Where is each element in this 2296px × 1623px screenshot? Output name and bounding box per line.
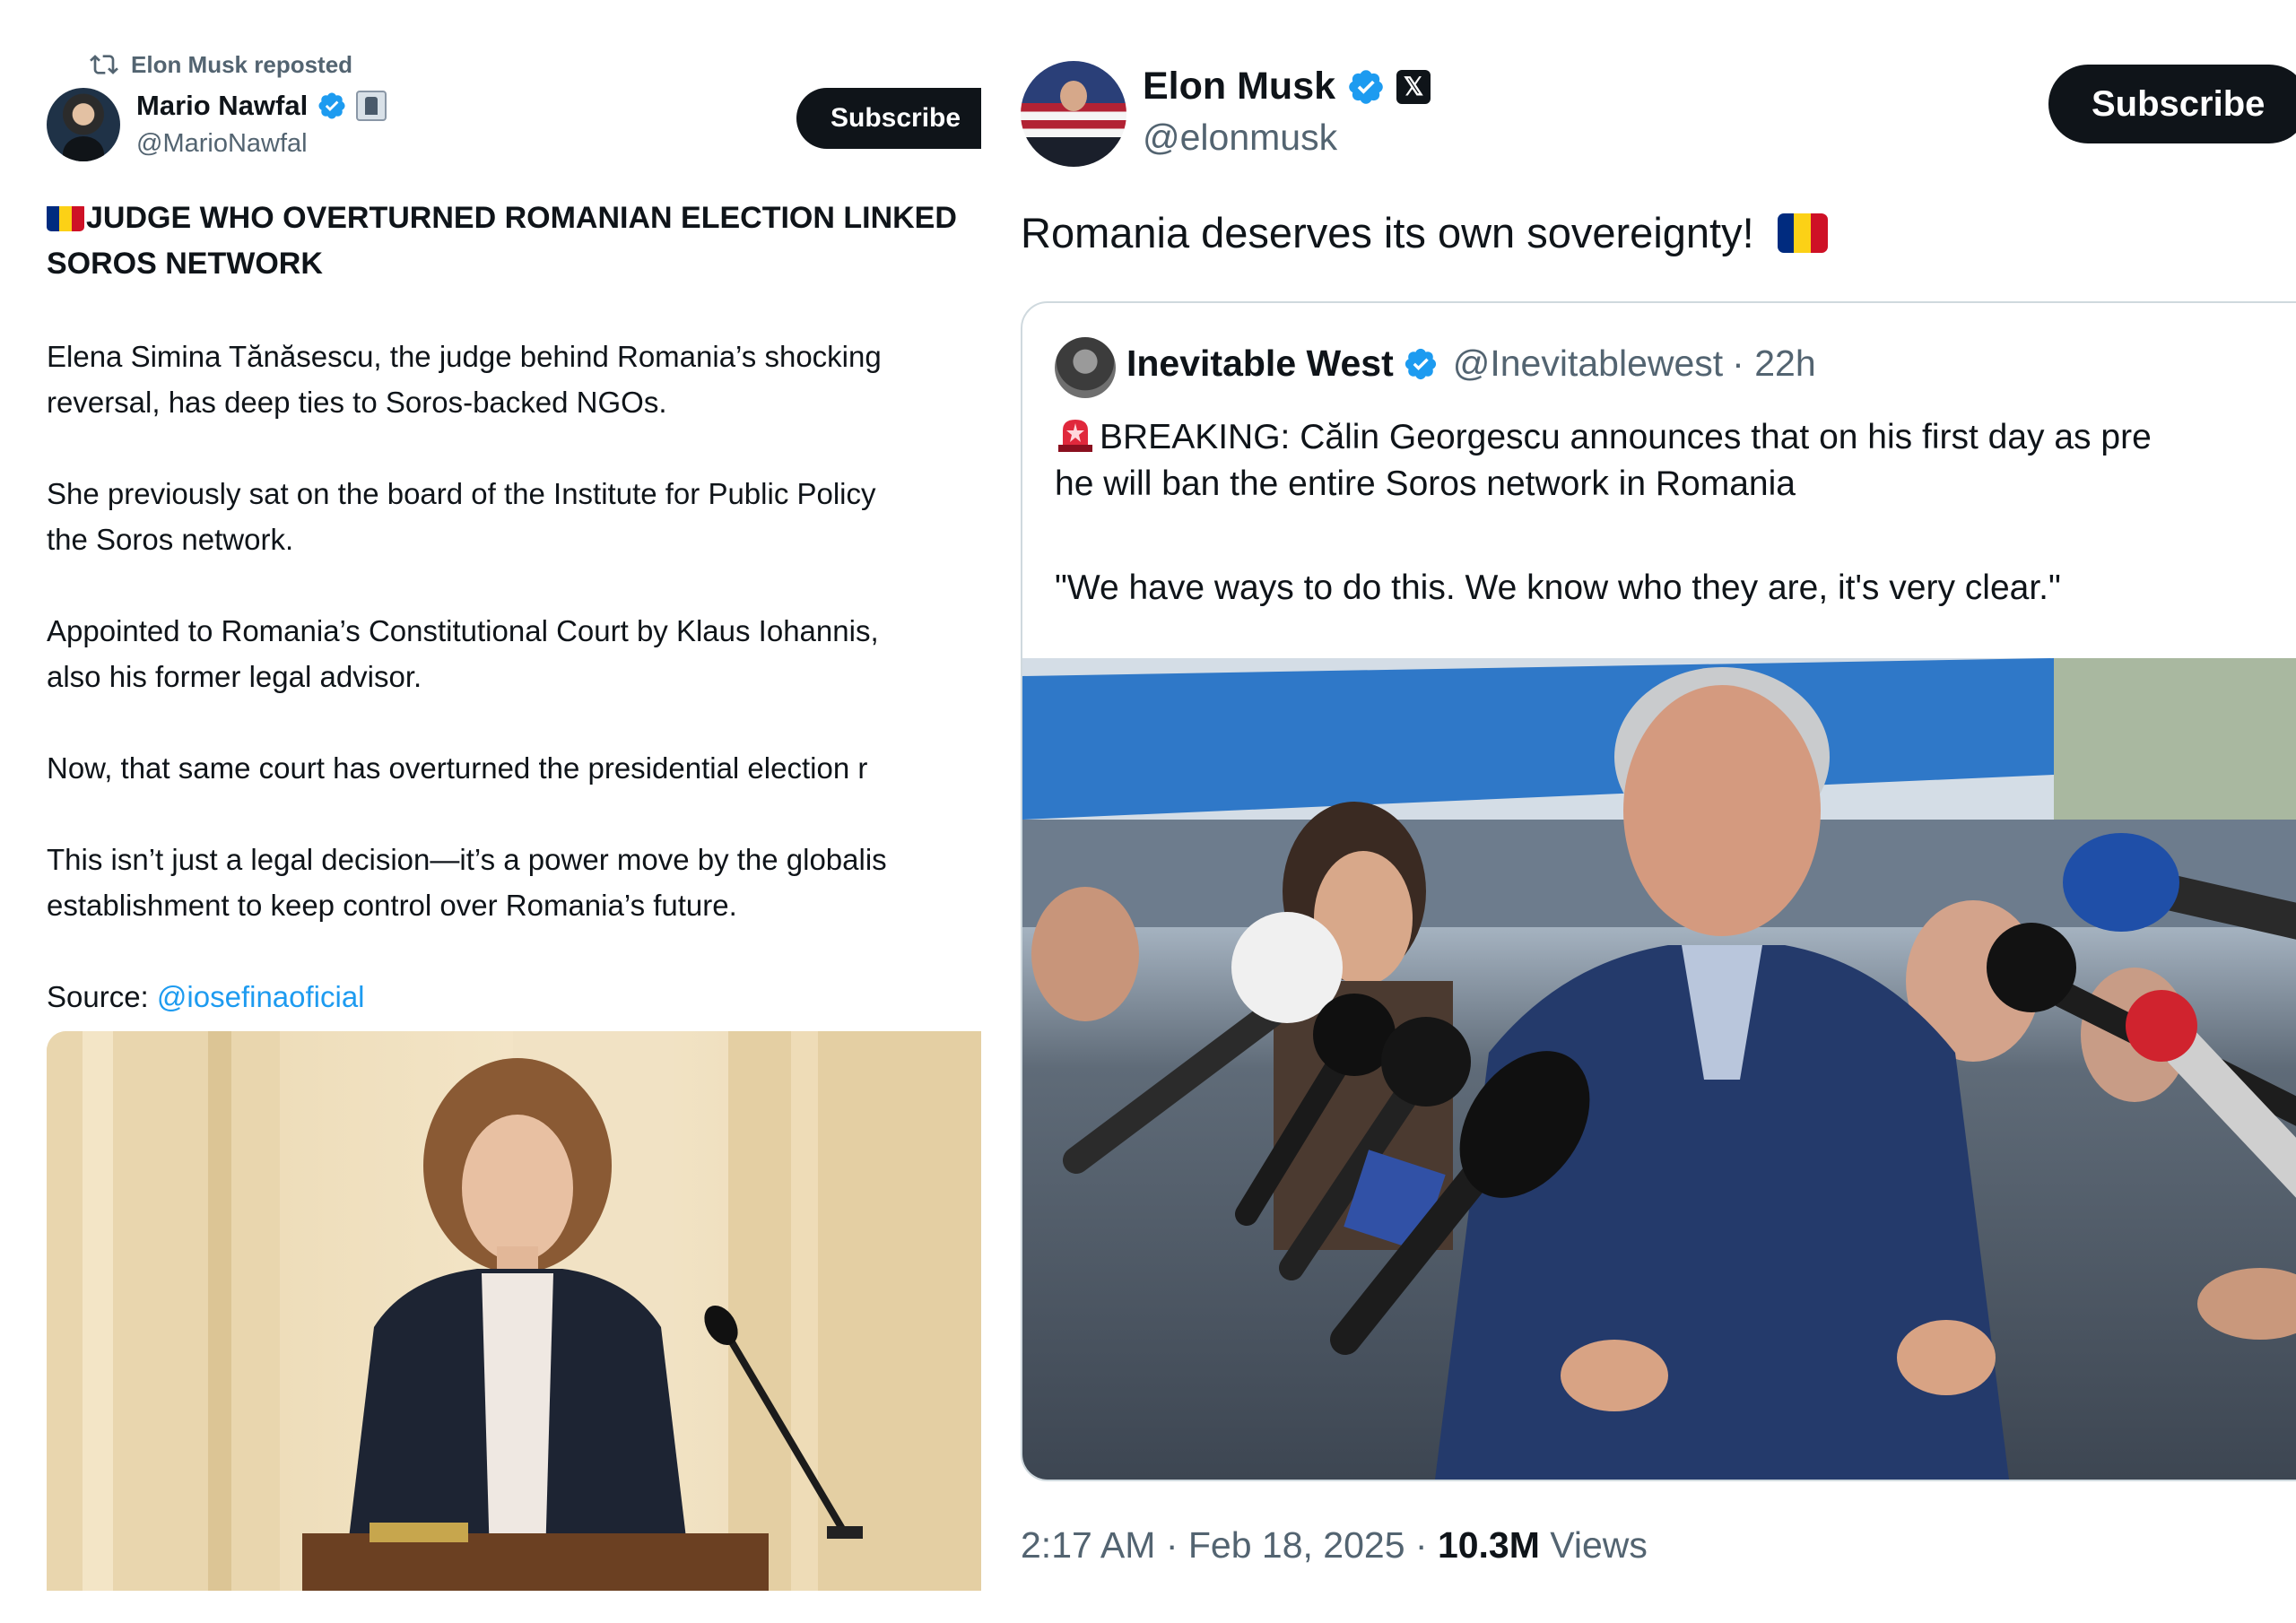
repost-indicator: Elon Musk reposted — [90, 50, 352, 79]
quoted-image[interactable] — [1022, 658, 2296, 1480]
avatar[interactable] — [47, 88, 120, 161]
quoted-line-3: "We have ways to do this. We know who th… — [1055, 568, 2061, 607]
repost-icon — [90, 55, 118, 74]
right-screenshot: Elon Musk 𝕏 @elonmusk Subscribe Romania … — [1021, 0, 2296, 1623]
post-headline: JUDGE WHO OVERTURNED ROMANIAN ELECTION L… — [47, 195, 981, 287]
verified-badge-icon — [318, 92, 345, 119]
post-paragraph-line: also his former legal advisor. — [47, 660, 422, 693]
author-name-row[interactable]: Elon Musk 𝕏 — [1143, 65, 1431, 108]
avatar[interactable] — [1021, 61, 1126, 167]
post-paragraph-line: reversal, has deep ties to Soros-backed … — [47, 386, 667, 419]
post-image[interactable] — [47, 1031, 981, 1591]
headline-line-1: JUDGE WHO OVERTURNED ROMANIAN ELECTION L… — [86, 201, 957, 235]
post-paragraph-line: Now, that same court has overturned the … — [47, 751, 868, 785]
post-paragraph-line: She previously sat on the board of the I… — [47, 477, 876, 510]
post-paragraph-line: Appointed to Romania’s Constitutional Co… — [47, 614, 879, 647]
repost-label: Elon Musk reposted — [131, 50, 353, 78]
left-screenshot: Elon Musk reposted Mario Nawfal @MarioNa… — [0, 0, 981, 1623]
quoted-avatar[interactable] — [1055, 337, 1116, 398]
post-paragraph-line: This isn’t just a legal decision—it’s a … — [47, 843, 887, 876]
post-paragraph-line: the Soros network. — [47, 523, 294, 556]
verified-badge-icon — [1405, 348, 1436, 379]
romania-flag-icon — [1777, 213, 1828, 253]
source-link[interactable]: @iosefinaoficial — [157, 980, 365, 1013]
subscribe-button[interactable]: Subscribe — [796, 88, 981, 149]
quoted-time[interactable]: · 22h — [1732, 343, 1815, 385]
source-line: Source: @iosefinaoficial — [47, 974, 365, 1020]
quoted-line-1: BREAKING: Călin Georgescu announces that… — [1100, 418, 2152, 456]
post-text: Romania deserves its own sovereignty! — [1021, 208, 1828, 257]
views-label: Views — [1539, 1524, 1648, 1566]
author-name-row[interactable]: Mario Nawfal — [136, 90, 387, 122]
quoted-line-2: he will ban the entire Soros network in … — [1055, 464, 1796, 503]
views-count: 10.3M — [1437, 1524, 1540, 1566]
judge-photo — [47, 1031, 981, 1591]
headline-line-2: SOROS NETWORK — [47, 247, 323, 281]
affiliate-badge-icon[interactable] — [356, 91, 387, 121]
subscribe-button[interactable]: Subscribe — [2048, 65, 2296, 143]
author-name[interactable]: Elon Musk — [1143, 65, 1335, 108]
quoted-author-handle[interactable]: @Inevitablewest — [1453, 343, 1723, 385]
post-timestamp: 2:17 AM · Feb 18, 2025 · 10.3M Views — [1021, 1524, 1648, 1567]
author-handle[interactable]: @elonmusk — [1143, 117, 1337, 159]
source-label: Source: — [47, 980, 157, 1013]
author-name[interactable]: Mario Nawfal — [136, 90, 308, 122]
press-conference-photo — [1022, 658, 2296, 1480]
author-handle[interactable]: @MarioNawfal — [136, 129, 308, 159]
quoted-author-name[interactable]: Inevitable West — [1126, 343, 1394, 385]
x-logo-icon[interactable]: 𝕏 — [1396, 69, 1431, 104]
romania-flag-icon — [47, 203, 84, 231]
post-paragraph-line: Elena Simina Tănăsescu, the judge behind… — [47, 340, 882, 373]
quoted-text-line: BREAKING: Călin Georgescu announces that… — [1055, 414, 2152, 457]
post-paragraph-line: establishment to keep control over Roman… — [47, 889, 737, 922]
post-text-body: Romania deserves its own sovereignty! — [1021, 209, 1754, 256]
quoted-header: Inevitable West @Inevitablewest · 22h — [1126, 343, 1816, 385]
timestamp-text[interactable]: 2:17 AM · Feb 18, 2025 · — [1021, 1524, 1438, 1566]
verified-badge-icon — [1349, 69, 1383, 104]
quoted-post[interactable]: Inevitable West @Inevitablewest · 22h BR… — [1021, 301, 2296, 1481]
siren-icon — [1058, 420, 1092, 452]
